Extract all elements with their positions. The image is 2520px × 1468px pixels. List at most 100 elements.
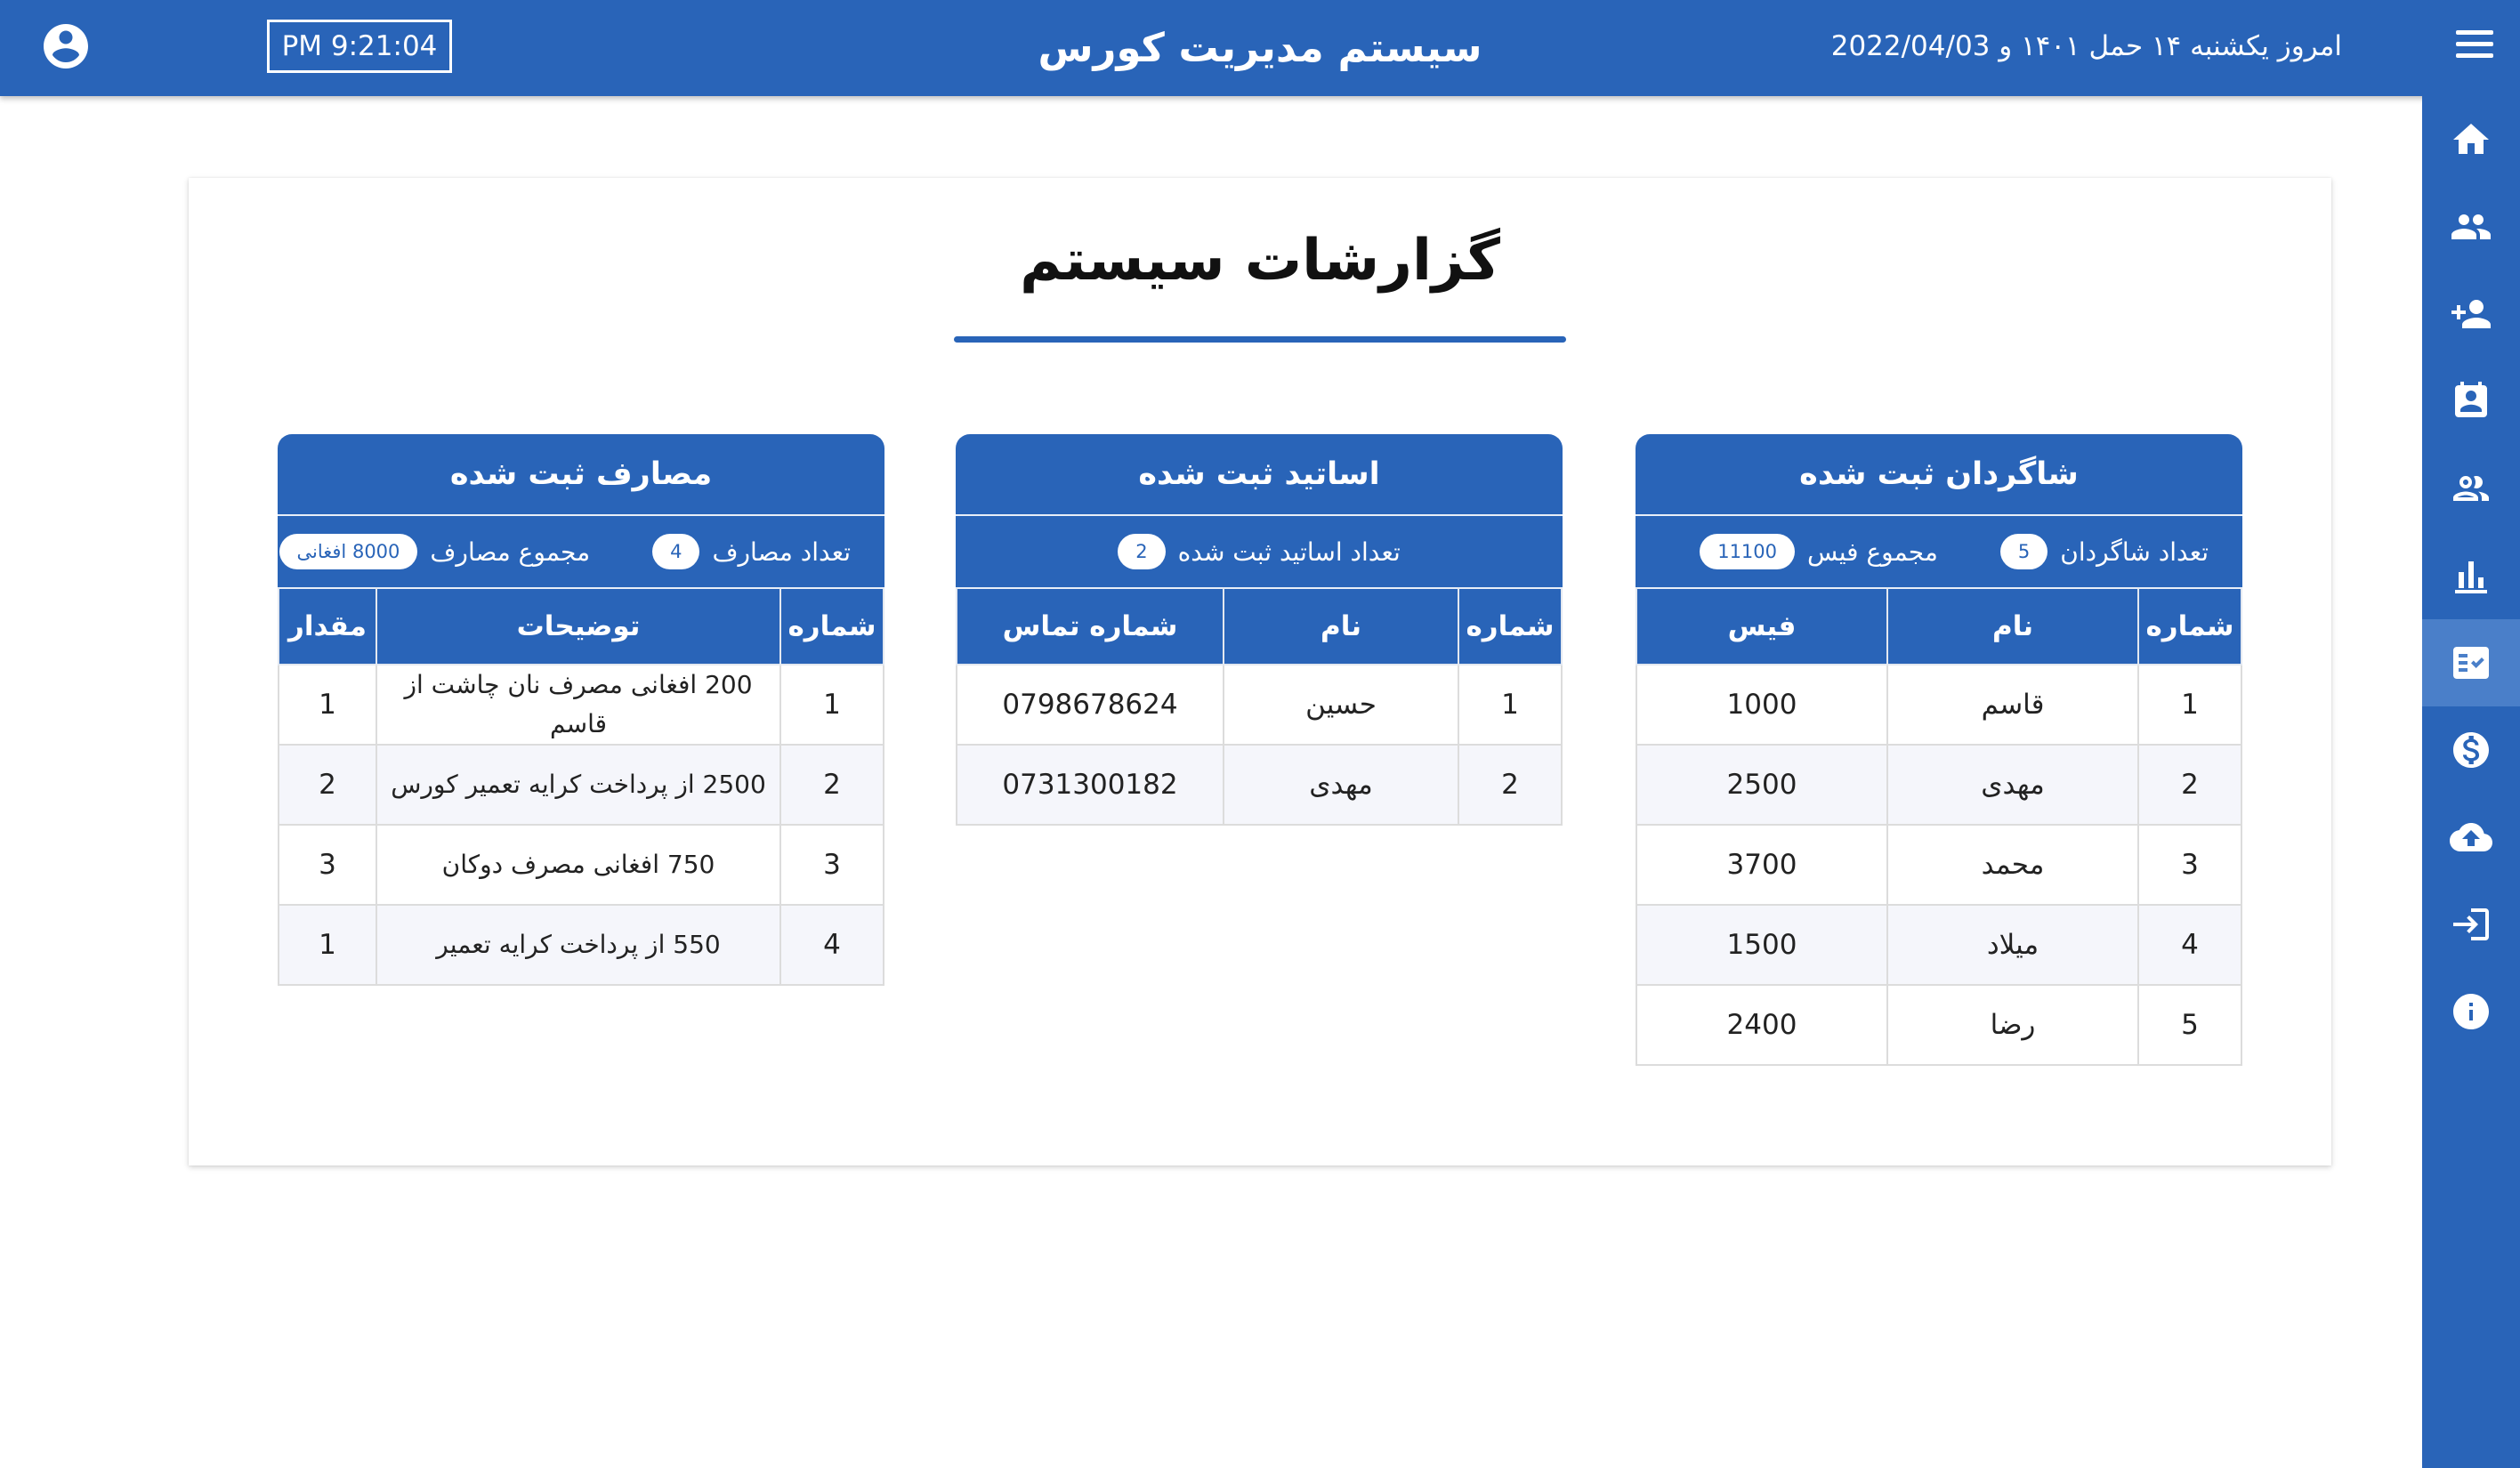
clock-display: PM 9:21:04 — [267, 20, 452, 73]
sidebar-item-add-person[interactable] — [2422, 270, 2520, 358]
table-cell: 4 — [2137, 904, 2242, 986]
students-count-stat: تعداد شاگردان 5 — [1999, 534, 2209, 569]
sidebar-item-login[interactable] — [2422, 881, 2520, 968]
table-row: 1 200 افغانی مصرف نان چاشت از قاسم 1 — [278, 664, 884, 746]
expenses-total-label: مجموع مصارف — [430, 536, 591, 567]
table-cell: 1 — [278, 904, 377, 986]
teachers-count-label: تعداد اساتید ثبت شده — [1177, 536, 1401, 567]
table-cell: 3700 — [1636, 824, 1888, 906]
sidebar-item-backup[interactable] — [2422, 794, 2520, 881]
table-cell: 4 — [779, 904, 884, 986]
expenses-total-stat: مجموع مصارف 8000 افغانی — [279, 534, 591, 569]
reports-card: گزارشات سیستم شاگردان ثبت شده تعداد شاگر… — [189, 178, 2331, 1166]
dollar-icon — [2453, 732, 2489, 768]
teachers-panel-title: اساتید ثبت شده — [956, 434, 1563, 514]
date-display: امروز یکشنبه ۱۴ حمل ۱۴۰۱ و 2022/04/03 — [1830, 30, 2342, 62]
students-count-badge: 5 — [1999, 534, 2048, 569]
table-row: 4 میلاد 1500 — [1636, 904, 2242, 986]
menu-icon[interactable] — [2456, 30, 2493, 66]
expenses-summary: تعداد مصارف 4 مجموع مصارف 8000 افغانی — [278, 514, 884, 587]
sidebar-item-students[interactable] — [2422, 183, 2520, 270]
table-cell: 2400 — [1636, 984, 1888, 1066]
column-header: نام — [1886, 587, 2139, 665]
column-header: نام — [1223, 587, 1459, 665]
students-fee-stat: مجموع فیس 11100 — [1700, 534, 1938, 569]
page-title: گزارشات سیستم — [1020, 228, 1500, 294]
table-cell: 2 — [779, 744, 884, 826]
sidebar-item-contacts[interactable] — [2422, 358, 2520, 445]
students-summary: تعداد شاگردان 5 مجموع فیس 11100 — [1636, 514, 2242, 587]
table-row: 1 حسین 0798678624 — [956, 664, 1563, 746]
students-count-label: تعداد شاگردان — [2060, 536, 2209, 567]
table-cell: 750 افغانی مصرف دوکان — [376, 824, 781, 906]
bar-chart-icon — [2455, 561, 2487, 593]
expenses-count-label: تعداد مصارف — [712, 536, 851, 567]
table-row: 4 550 از پرداخت کرایه تعمیر 1 — [278, 904, 884, 986]
teachers-count-badge: 2 — [1118, 534, 1166, 569]
table-cell: 1 — [779, 664, 884, 746]
table-cell: 1 — [278, 664, 377, 746]
sidebar-item-payments[interactable] — [2422, 706, 2520, 794]
login-icon — [2453, 908, 2489, 940]
sidebar-item-reports[interactable] — [2422, 619, 2520, 706]
table-cell: 5 — [2137, 984, 2242, 1066]
expenses-count-stat: تعداد مصارف 4 — [652, 534, 851, 569]
table-header-row: شماره توضیحات مقدار — [278, 587, 884, 665]
table-cell: 2 — [1458, 744, 1563, 826]
table-header-row: شماره نام فیس — [1636, 587, 2242, 665]
table-cell: مهدی — [1886, 744, 2139, 826]
sidebar-item-home[interactable] — [2422, 96, 2520, 183]
people-icon — [2451, 214, 2491, 239]
top-bar: PM 9:21:04 سیستم مدیریت کورس امروز یکشنب… — [0, 0, 2520, 96]
fact-check-icon — [2453, 647, 2489, 679]
teachers-table: شماره نام شماره تماس 1 حسین 0798678624 2… — [956, 587, 1563, 826]
table-header-row: شماره نام شماره تماس — [956, 587, 1563, 665]
table-cell: 1000 — [1636, 664, 1888, 746]
table-cell: 2 — [278, 744, 377, 826]
person-add-icon — [2451, 300, 2491, 328]
info-icon — [2453, 994, 2489, 1029]
table-cell: 1 — [1458, 664, 1563, 746]
table-cell: 550 از پرداخت کرایه تعمیر — [376, 904, 781, 986]
table-row: 2 مهدی 0731300182 — [956, 744, 1563, 826]
expenses-count-badge: 4 — [652, 534, 700, 569]
column-header: توضیحات — [376, 587, 781, 665]
students-panel: شاگردان ثبت شده تعداد شاگردان 5 مجموع فی… — [1636, 434, 2242, 1066]
group-outline-icon — [2453, 476, 2489, 501]
table-cell: 2500 — [1636, 744, 1888, 826]
sidebar-item-teachers[interactable] — [2422, 445, 2520, 532]
expenses-table: شماره توضیحات مقدار 1 200 افغانی مصرف نا… — [278, 587, 884, 986]
table-row: 3 محمد 3700 — [1636, 824, 2242, 906]
table-row: 1 قاسم 1000 — [1636, 664, 2242, 746]
table-cell: 3 — [278, 824, 377, 906]
user-account-icon[interactable] — [39, 20, 93, 73]
home-icon — [2453, 124, 2489, 154]
sidebar-item-statistics[interactable] — [2422, 532, 2520, 619]
table-row: 2 2500 از پرداخت کرایه تعمیر کورس 2 — [278, 744, 884, 826]
table-row: 5 رضا 2400 — [1636, 984, 2242, 1066]
table-cell: محمد — [1886, 824, 2139, 906]
table-cell: رضا — [1886, 984, 2139, 1066]
table-cell: مهدی — [1223, 744, 1459, 826]
table-cell: 200 افغانی مصرف نان چاشت از قاسم — [376, 664, 781, 746]
table-row: 2 مهدی 2500 — [1636, 744, 2242, 826]
contact-card-icon — [2455, 382, 2487, 417]
column-header: شماره — [1458, 587, 1563, 665]
students-fee-label: مجموع فیس — [1807, 536, 1938, 567]
table-cell: 3 — [2137, 824, 2242, 906]
table-cell: 3 — [779, 824, 884, 906]
sidebar-item-about[interactable] — [2422, 968, 2520, 1055]
table-row: 3 750 افغانی مصرف دوکان 3 — [278, 824, 884, 906]
expenses-panel-title: مصارف ثبت شده — [278, 434, 884, 514]
table-cell: 2 — [2137, 744, 2242, 826]
column-header: شماره — [2137, 587, 2242, 665]
teachers-summary: تعداد اساتید ثبت شده 2 — [956, 514, 1563, 587]
column-header: شماره — [779, 587, 884, 665]
students-panel-title: شاگردان ثبت شده — [1636, 434, 2242, 514]
title-underline — [954, 336, 1566, 343]
table-cell: 0731300182 — [956, 744, 1224, 826]
column-header: فیس — [1636, 587, 1888, 665]
table-cell: 2500 از پرداخت کرایه تعمیر کورس — [376, 744, 781, 826]
teachers-count-stat: تعداد اساتید ثبت شده 2 — [1118, 534, 1401, 569]
column-header: مقدار — [278, 587, 377, 665]
